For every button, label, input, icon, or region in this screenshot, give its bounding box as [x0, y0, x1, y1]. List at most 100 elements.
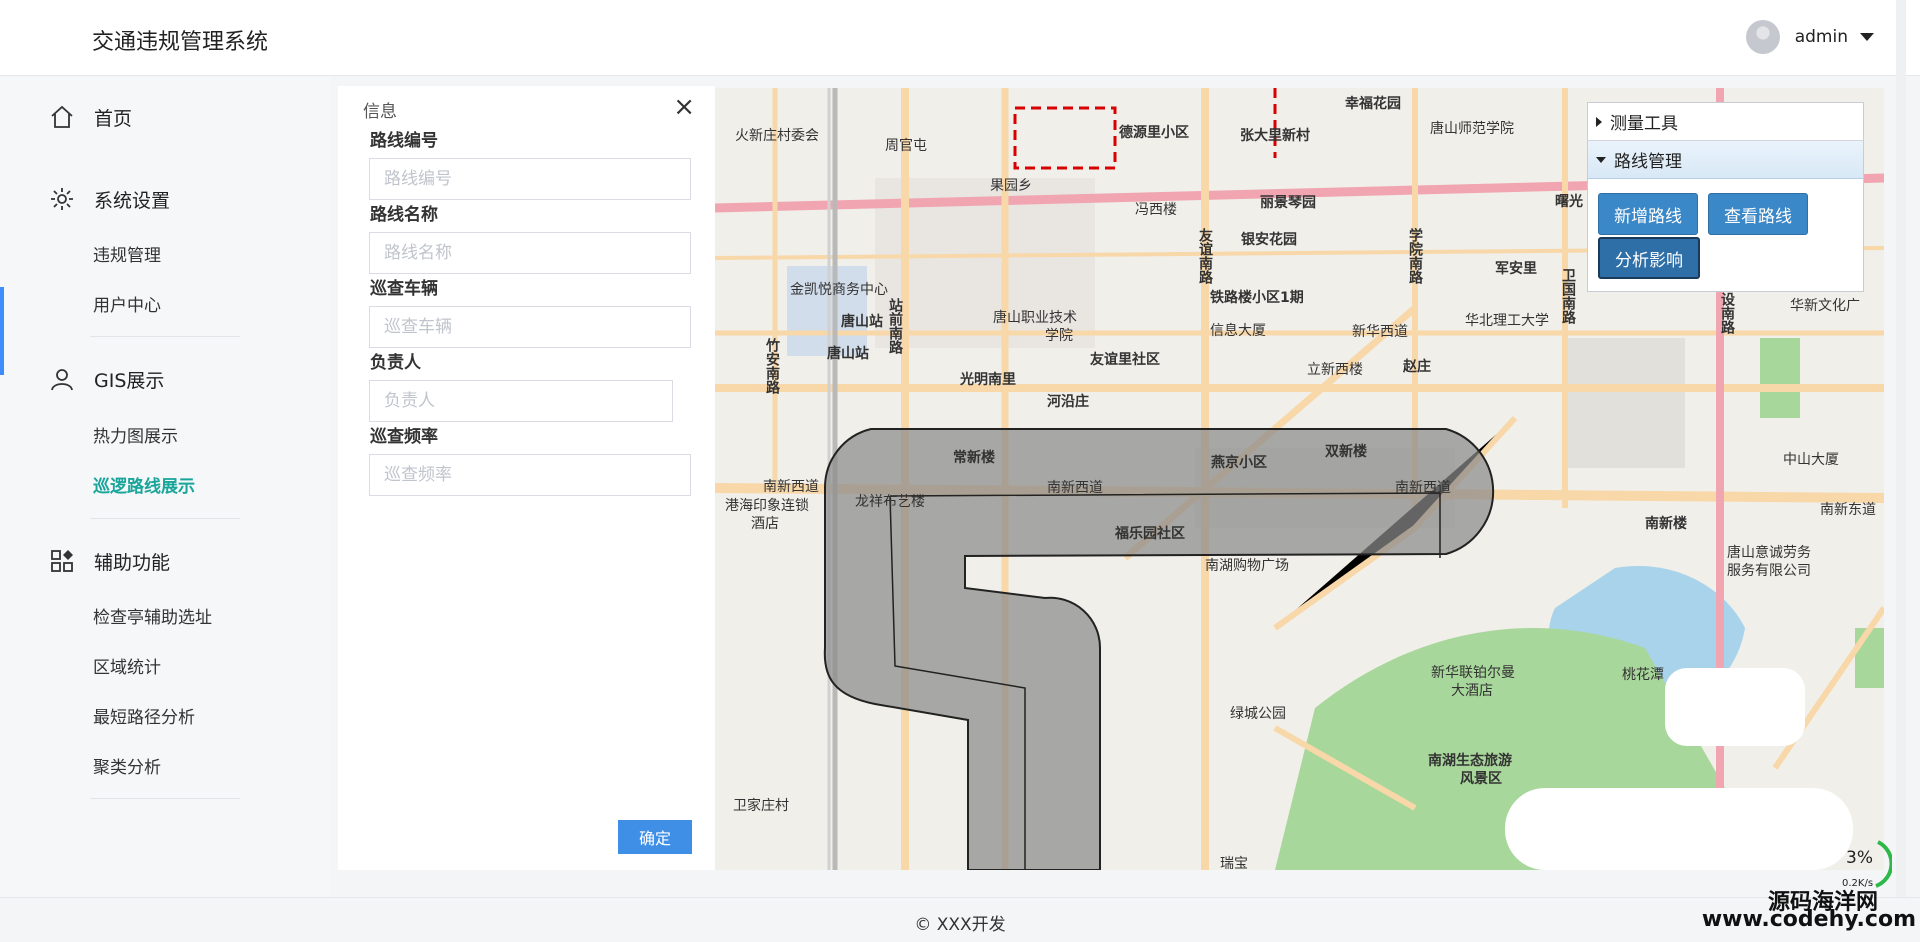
- svg-text:火新庄村委会: 火新庄村委会: [735, 127, 819, 144]
- svg-text:南新西道: 南新西道: [763, 479, 819, 495]
- svg-text:服务有限公司: 服务有限公司: [1727, 563, 1811, 579]
- route-number-label: 路线编号: [370, 131, 438, 151]
- sidebar-divider: [90, 798, 240, 799]
- sidebar-label-aux: 辅助功能: [94, 551, 171, 574]
- svg-text:燕京小区: 燕京小区: [1211, 454, 1267, 471]
- svg-text:金凯悦商务中心: 金凯悦商务中心: [790, 282, 888, 298]
- svg-text:南新西道: 南新西道: [1047, 480, 1103, 496]
- svg-text:唐山意诚劳务: 唐山意诚劳务: [1727, 544, 1811, 561]
- sidebar-item-home[interactable]: 首页: [48, 103, 132, 131]
- sidebar-divider: [90, 336, 240, 337]
- speed-value: 3%: [1846, 848, 1873, 868]
- close-icon[interactable]: ×: [673, 94, 695, 120]
- svg-text:绿城公园: 绿城公园: [1230, 706, 1286, 722]
- sidebar-label-gis: GIS展示: [94, 369, 165, 392]
- svg-text:曙光: 曙光: [1555, 193, 1583, 210]
- view-route-button[interactable]: 查看路线: [1708, 193, 1808, 235]
- sidebar-item-violation-management[interactable]: 违规管理: [93, 241, 161, 266]
- sidebar-item-gis[interactable]: GIS展示: [48, 365, 164, 393]
- add-route-button[interactable]: 新增路线: [1598, 193, 1698, 235]
- svg-text:卫家庄村: 卫家庄村: [733, 797, 789, 814]
- analyze-impact-button[interactable]: 分析影响: [1598, 237, 1700, 279]
- svg-text:周官屯: 周官屯: [885, 138, 927, 154]
- svg-text:唐山站: 唐山站: [827, 345, 869, 362]
- svg-text:丽景琴园: 丽景琴园: [1260, 195, 1316, 211]
- sidebar-item-patrol-route[interactable]: 巡逻路线展示: [93, 472, 195, 497]
- svg-text:友谊南路: 友谊南路: [1197, 227, 1213, 284]
- sidebar-item-system-settings[interactable]: 系统设置: [48, 185, 170, 213]
- svg-text:南新东道: 南新东道: [1820, 502, 1876, 518]
- svg-text:唐山站: 唐山站: [841, 313, 883, 330]
- svg-text:瑞宝: 瑞宝: [1220, 856, 1248, 870]
- sidebar-item-heatmap[interactable]: 热力图展示: [93, 422, 178, 447]
- svg-text:光明南里: 光明南里: [959, 371, 1016, 388]
- chevron-down-icon[interactable]: [1860, 33, 1874, 41]
- confirm-button[interactable]: 确定: [618, 820, 692, 854]
- svg-text:大酒店: 大酒店: [1451, 683, 1493, 699]
- svg-text:桃花潭: 桃花潭: [1622, 666, 1664, 683]
- svg-text:龙祥布艺楼: 龙祥布艺楼: [855, 494, 925, 510]
- svg-text:学院: 学院: [1045, 328, 1073, 344]
- caret-right-icon: [1596, 116, 1602, 127]
- sidebar-item-user-center[interactable]: 用户中心: [93, 291, 161, 316]
- patrol-vehicle-input[interactable]: [369, 306, 691, 348]
- svg-text:唐山职业技术: 唐山职业技术: [993, 309, 1077, 326]
- route-name-input[interactable]: [369, 232, 691, 274]
- svg-text:幸福花园: 幸福花园: [1345, 95, 1401, 112]
- app-title: 交通违规管理系统: [92, 30, 269, 55]
- tool-panel: 测量工具 路线管理 新增路线 查看路线 分析影响: [1587, 102, 1864, 292]
- svg-text:常新楼: 常新楼: [953, 449, 995, 466]
- measure-tools-toggle[interactable]: 测量工具: [1588, 103, 1863, 141]
- route-info-panel: 信息 × 路线编号 路线名称 巡查车辆 负责人 巡查频率 确定: [338, 86, 715, 870]
- svg-text:双新楼: 双新楼: [1325, 443, 1367, 460]
- route-management-toggle[interactable]: 路线管理: [1588, 141, 1863, 179]
- svg-text:中山大厦: 中山大厦: [1783, 452, 1839, 468]
- sidebar-divider: [90, 518, 240, 519]
- sidebar-item-aux[interactable]: 辅助功能: [48, 547, 170, 575]
- route-management-label: 路线管理: [1614, 152, 1682, 172]
- panel-title: 信息: [363, 102, 397, 122]
- svg-text:酒店: 酒店: [751, 516, 779, 532]
- footer: © XXX开发: [0, 897, 1920, 942]
- copyright: © XXX开发: [914, 915, 1006, 935]
- sidebar-label-home: 首页: [94, 107, 133, 130]
- svg-text:卫国南路: 卫国南路: [1560, 268, 1576, 324]
- sidebar-item-cluster-analysis[interactable]: 聚类分析: [93, 753, 161, 778]
- home-icon: [48, 103, 76, 131]
- page-scrollbar[interactable]: [1896, 0, 1906, 942]
- responsible-person-input[interactable]: [369, 380, 673, 422]
- sidebar-label-system-settings: 系统设置: [94, 189, 171, 212]
- user-name[interactable]: admin: [1795, 27, 1848, 47]
- svg-text:竹安南路: 竹安南路: [764, 337, 781, 394]
- svg-text:福乐园社区: 福乐园社区: [1114, 525, 1185, 542]
- patrol-frequency-input[interactable]: [369, 454, 691, 496]
- svg-text:南湖生态旅游: 南湖生态旅游: [1428, 752, 1512, 769]
- watermark-url: www.codehy.com: [1701, 907, 1916, 932]
- sidebar-item-booth-location[interactable]: 检查亭辅助选址: [93, 603, 212, 628]
- svg-text:华新文化广: 华新文化广: [1790, 298, 1860, 314]
- svg-text:南新西道: 南新西道: [1395, 480, 1451, 496]
- caret-down-icon: [1596, 156, 1606, 163]
- svg-text:港海印象连锁: 港海印象连锁: [725, 498, 809, 514]
- responsible-person-label: 负责人: [370, 353, 421, 373]
- svg-text:信息大厦: 信息大厦: [1210, 322, 1266, 339]
- svg-text:风景区: 风景区: [1460, 771, 1502, 787]
- svg-text:南湖购物广场: 南湖购物广场: [1205, 558, 1289, 574]
- user-menu[interactable]: admin: [1745, 20, 1874, 54]
- user-icon: [48, 365, 76, 393]
- svg-text:银安花园: 银安花园: [1241, 231, 1297, 248]
- sidebar-active-indicator: [0, 287, 4, 375]
- map-overlay-blank: [1665, 668, 1805, 746]
- patrol-frequency-label: 巡查频率: [370, 427, 438, 447]
- avatar[interactable]: [1745, 20, 1780, 54]
- svg-text:冯西楼: 冯西楼: [1135, 202, 1177, 218]
- svg-text:华北理工大学: 华北理工大学: [1465, 313, 1549, 329]
- svg-text:铁路楼小区1期: 铁路楼小区1期: [1210, 289, 1304, 306]
- svg-text:军安里: 军安里: [1495, 260, 1537, 277]
- gear-icon: [48, 185, 76, 213]
- svg-text:唐山师范学院: 唐山师范学院: [1430, 120, 1514, 137]
- sidebar-item-shortest-path[interactable]: 最短路径分析: [93, 703, 195, 728]
- svg-text:德源里小区: 德源里小区: [1119, 124, 1189, 141]
- sidebar-item-area-stats[interactable]: 区域统计: [93, 653, 161, 678]
- route-number-input[interactable]: [369, 158, 691, 200]
